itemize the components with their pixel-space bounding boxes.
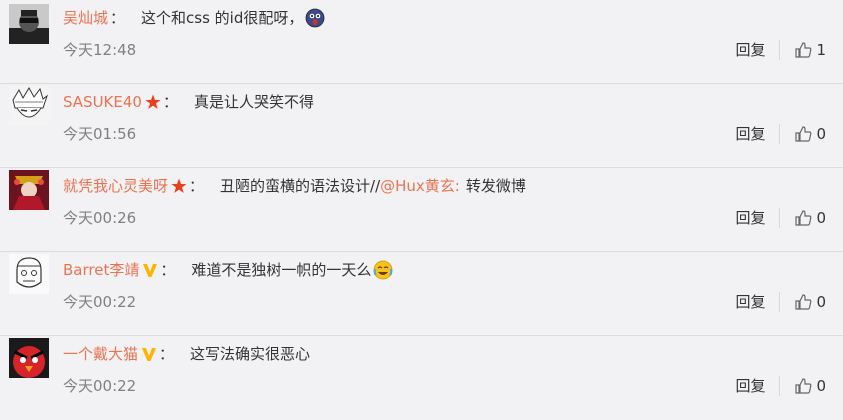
like-button[interactable]: 0 (794, 124, 826, 144)
colon: ： (159, 345, 175, 363)
comment-time: 今天00:26 (63, 209, 137, 227)
comment-item: 吴灿城 ： 这个和css 的id很配呀， 今天12:48 回复 1 (0, 0, 843, 84)
comment-text: 这个和css 的id很配呀， (141, 9, 304, 27)
comment-item: SASUKE40 ： 真是让人哭笑不得 今天01:56 回复 0 (0, 84, 843, 168)
laugh-cry-icon (373, 260, 393, 280)
divider (779, 40, 781, 60)
colon: ： (189, 177, 205, 195)
thumbs-up-icon (795, 210, 812, 226)
comment-time: 今天12:48 (63, 41, 137, 59)
thumbs-up-icon (795, 378, 812, 394)
username[interactable]: 就凭我心灵美呀 (63, 176, 168, 196)
username[interactable]: 一个戴大猫 (63, 344, 138, 364)
star-badge-icon[interactable] (145, 94, 161, 110)
comment-text: 丑陋的蛮横的语法设计// (220, 177, 381, 195)
colon: ： (162, 93, 178, 111)
avatar[interactable] (9, 254, 49, 294)
divider (779, 292, 781, 312)
comment-time: 今天00:22 (63, 293, 137, 311)
reply-button[interactable]: 回复 (735, 208, 765, 228)
like-button[interactable]: 0 (794, 292, 826, 312)
divider (779, 124, 781, 144)
comment-actions: 回复 1 (735, 40, 826, 60)
comment-actions: 回复 0 (735, 376, 826, 396)
reply-button[interactable]: 回复 (735, 40, 765, 60)
colon: ： (160, 261, 176, 279)
comment-actions: 回复 0 (735, 292, 826, 312)
reply-button[interactable]: 回复 (735, 124, 765, 144)
like-button[interactable]: 1 (794, 40, 826, 60)
like-count: 0 (816, 125, 826, 143)
avatar[interactable] (9, 4, 49, 44)
reply-button[interactable]: 回复 (735, 376, 765, 396)
shocked-face-icon (305, 8, 325, 28)
username[interactable]: SASUKE40 (63, 92, 142, 112)
thumbs-up-icon (795, 42, 812, 58)
comment-item: 一个戴大猫 ： 这写法确实很恶心 今天00:22 回复 0 (0, 336, 843, 420)
divider (779, 208, 781, 228)
avatar[interactable] (9, 338, 49, 378)
like-button[interactable]: 0 (794, 208, 826, 228)
comment-text: 难道不是独树一帜的一天么 (191, 261, 372, 279)
like-count: 0 (816, 209, 826, 227)
comment-list: 吴灿城 ： 这个和css 的id很配呀， 今天12:48 回复 1 SASUKE… (0, 0, 843, 403)
like-count: 0 (816, 377, 826, 395)
comment-item: Barret李靖 ： 难道不是独树一帜的一天么 今天00:22 回复 0 (0, 252, 843, 336)
verified-v-icon[interactable] (142, 262, 158, 278)
thumbs-up-icon (795, 294, 812, 310)
comment-text: 这写法确实很恶心 (190, 345, 311, 363)
reply-button[interactable]: 回复 (735, 292, 765, 312)
comment-item: 就凭我心灵美呀 ： 丑陋的蛮横的语法设计// @Hux黄玄: 转发微博 今天00… (0, 168, 843, 252)
username[interactable]: Barret李靖 (63, 260, 139, 280)
like-button[interactable]: 0 (794, 376, 826, 396)
thumbs-up-icon (795, 126, 812, 142)
avatar[interactable] (9, 86, 49, 126)
comment-text: 真是让人哭笑不得 (193, 93, 314, 111)
comment-time: 今天00:22 (63, 377, 137, 395)
username[interactable]: 吴灿城 (63, 8, 108, 28)
divider (779, 376, 781, 396)
verified-v-icon[interactable] (141, 346, 157, 362)
like-count: 0 (816, 293, 826, 311)
like-count: 1 (816, 41, 826, 59)
star-badge-icon[interactable] (171, 178, 187, 194)
avatar[interactable] (9, 170, 49, 210)
comment-time: 今天01:56 (63, 125, 137, 143)
comment-suffix: 转发微博 (465, 177, 526, 195)
comment-actions: 回复 0 (735, 208, 826, 228)
comment-actions: 回复 0 (735, 124, 826, 144)
colon: ： (110, 9, 126, 27)
mention-link[interactable]: @Hux黄玄: (380, 176, 460, 196)
